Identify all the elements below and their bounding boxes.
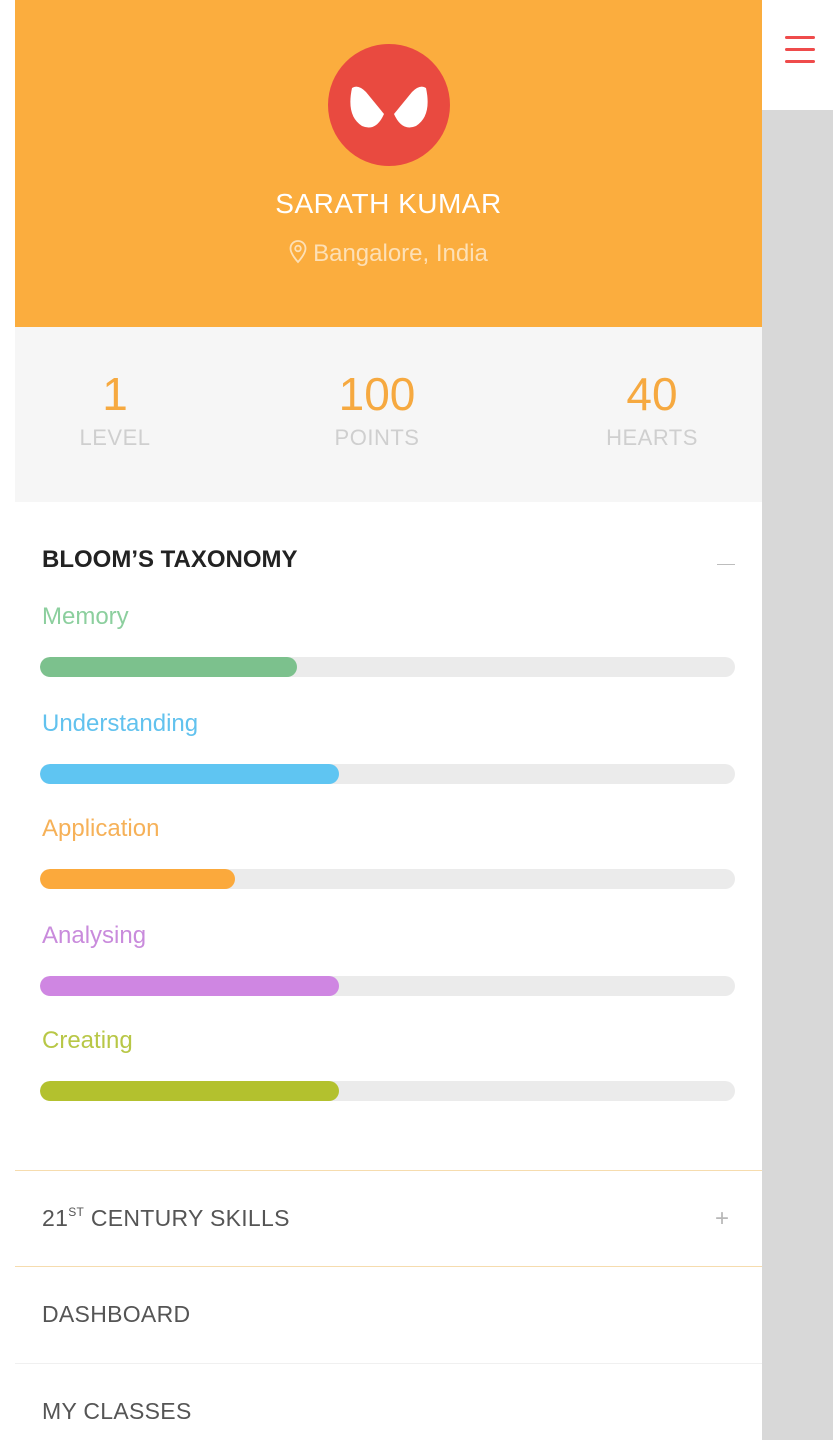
menu-item-label: MY CLASSES	[42, 1398, 192, 1424]
minus-icon[interactable]	[717, 564, 735, 565]
progress-bar-understanding	[40, 764, 735, 784]
stat-points-label: POINTS	[334, 425, 420, 450]
side-drawer: SARATH KUMAR Bangalore, India 1 LEVEL 10…	[15, 0, 762, 1440]
bloom-taxonomy-title: BLOOM’S TAXONOMY	[42, 546, 298, 573]
progress-fill-creating	[40, 1081, 339, 1101]
stats-panel: 1 LEVEL 100 POINTS 40 HEARTS	[15, 327, 762, 502]
spider-mask-icon	[350, 86, 428, 128]
skill-label-analysing: Analysing	[42, 922, 147, 949]
stat-hearts: 40 HEARTS	[552, 367, 752, 451]
progress-bar-memory	[40, 657, 735, 677]
user-location: Bangalore, India	[15, 240, 762, 268]
location-pin-icon	[289, 240, 307, 264]
menu-item-dashboard[interactable]: DASHBOARD	[15, 1267, 762, 1363]
hamburger-menu-icon[interactable]	[785, 36, 815, 66]
menu-item-21st-century-skills[interactable]: 21ST CENTURY SKILLS +	[15, 1171, 762, 1267]
progress-bar-analysing	[40, 976, 735, 996]
location-text: Bangalore, India	[313, 240, 488, 267]
progress-bar-creating	[40, 1081, 735, 1101]
profile-header: SARATH KUMAR Bangalore, India	[15, 0, 762, 327]
progress-bar-application	[40, 869, 735, 889]
menu-item-label: 21ST CENTURY SKILLS	[42, 1205, 290, 1231]
stat-points: 100 POINTS	[277, 367, 477, 451]
skill-label-creating: Creating	[42, 1027, 133, 1054]
stat-level: 1 LEVEL	[15, 367, 215, 451]
stat-hearts-value: 40	[626, 368, 678, 420]
progress-fill-application	[40, 869, 235, 889]
progress-fill-analysing	[40, 976, 339, 996]
stat-points-value: 100	[338, 368, 416, 420]
skill-label-application: Application	[42, 815, 160, 842]
skill-label-memory: Memory	[42, 603, 129, 630]
stat-hearts-label: HEARTS	[606, 425, 698, 450]
stat-level-value: 1	[102, 368, 128, 420]
menu-item-my-classes[interactable]: MY CLASSES	[15, 1364, 762, 1440]
progress-fill-memory	[40, 657, 298, 677]
menu-item-label: DASHBOARD	[42, 1301, 191, 1327]
progress-fill-understanding	[40, 764, 339, 784]
user-name: SARATH KUMAR	[275, 188, 502, 219]
stat-level-label: LEVEL	[79, 425, 151, 450]
page-overlay[interactable]	[762, 110, 833, 1440]
plus-icon[interactable]: +	[715, 1205, 729, 1233]
skill-label-understanding: Understanding	[42, 710, 199, 737]
avatar[interactable]	[328, 44, 450, 166]
